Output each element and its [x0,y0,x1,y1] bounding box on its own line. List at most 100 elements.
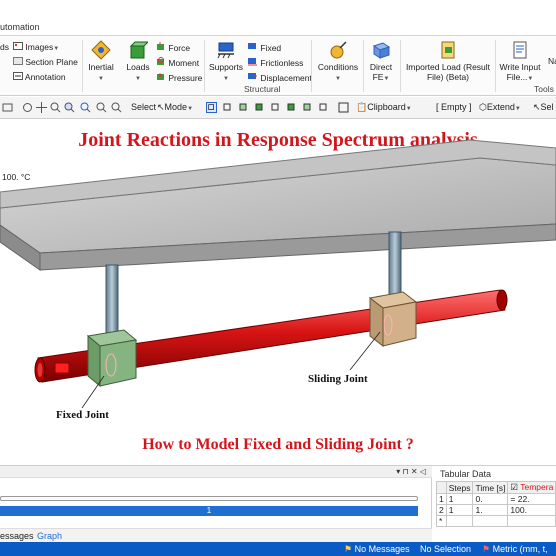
table-header-temperature[interactable]: ☑ Tempera [507,481,556,494]
rotate-icon[interactable] [22,102,33,113]
displacement-label: Displacement [260,73,312,83]
temperature-header-label: Tempera [520,482,554,492]
select-body-icon[interactable] [254,102,265,113]
box-zoom-icon[interactable] [64,102,75,113]
tab-automation[interactable]: utomation [0,22,40,32]
tabular-data-pane: Tabular Data Steps Time [s] ☑ Tempera 1 … [436,466,556,543]
select-all-icon[interactable] [338,102,349,113]
section-plane-button[interactable]: Section Plane [13,57,78,67]
tools-group-label: Tools [534,84,554,94]
imported-load-icon [441,41,455,59]
write-input-file-icon [513,41,527,59]
moment-button[interactable]: Moment [156,57,199,68]
sliding-post [388,231,402,303]
select-node-icon[interactable] [270,102,281,113]
table-cell[interactable] [507,515,556,527]
messages-status[interactable]: ⚑ No Messages [344,544,410,555]
select-element-face-icon[interactable] [286,102,297,113]
step-bar[interactable]: 1 [0,506,418,516]
supports-icon [217,42,234,59]
loads-button[interactable]: Loads ▼ [125,40,151,84]
top-plate [0,139,556,271]
clipboard-icon: 📋 [356,102,368,112]
tabular-data-table: Steps Time [s] ☑ Tempera 1 1 0. = 22. 2 … [436,481,556,527]
magnifier-icon[interactable] [96,102,107,113]
table-cell[interactable] [472,515,509,527]
extend-dropdown[interactable]: ⬡Extend▼ [479,102,521,113]
previous-view-icon[interactable] [111,102,122,113]
table-row[interactable]: 2 1 1. 100. [436,504,556,516]
ribbon-separator [311,40,312,92]
moment-icon [157,57,164,65]
cursor-icon: ↖ [157,102,165,112]
table-row[interactable]: * [436,515,556,527]
selection-tools-dropdown[interactable]: ↖Sel [533,102,554,113]
selection-status: No Selection [420,544,472,554]
frictionless-icon [248,58,257,66]
table-cell[interactable]: 0. [472,493,509,505]
table-cell[interactable]: 1. [472,504,509,516]
direct-fe-button[interactable]: Direct FE▼ [367,40,395,84]
imported-load-button[interactable]: Imported Load (Result File) (Beta) [403,40,493,82]
select-face-icon[interactable] [238,102,249,113]
force-icon [157,42,164,50]
clipboard-dropdown[interactable]: 📋Clipboard▼ [356,102,412,113]
loads-icon [129,41,148,59]
tab-graph[interactable]: Graph [37,531,62,541]
structural-group-label: Structural [244,84,281,94]
named-selection-empty[interactable]: [ Empty ] [436,102,472,112]
frictionless-label: Frictionless [260,58,304,68]
select-mesh-icon[interactable] [318,102,329,113]
frictionless-button[interactable]: Frictionless [247,57,303,68]
inertial-icon [91,40,111,60]
table-row[interactable]: 1 1 0. = 22. [436,493,556,505]
ribbon-separator [363,40,364,92]
table-header[interactable]: Steps [445,481,474,494]
inertial-label: Inertial [88,62,114,72]
select-element-icon[interactable] [302,102,313,113]
select-edge-icon[interactable] [222,102,233,113]
bottom-panel: ▾ ⊓ ✕ ◁ 1 essages Graph Tabular Data Ste… [0,465,556,543]
table-header[interactable]: Time [s] [472,481,509,494]
select-label[interactable]: Select [131,102,156,112]
annotation-button[interactable]: Annotation [13,72,66,82]
checkbox-icon[interactable]: ☑ [510,482,518,492]
pan-icon[interactable] [36,102,47,113]
inertial-button[interactable]: Inertial ▼ [86,40,116,84]
supports-button[interactable]: Supports ▼ [207,40,245,84]
section-plane-icon [13,57,23,65]
pressure-button[interactable]: Pressure [156,72,202,83]
force-label: Force [168,43,191,53]
ribbon-na[interactable]: Na [548,56,556,66]
write-input-file-button[interactable]: Write Input File...▼ [497,40,543,84]
fixed-support-button[interactable]: Fixed [247,42,281,53]
sliding-joint-leader [349,331,381,371]
zoom-icon[interactable] [50,102,61,113]
table-cell[interactable]: 1 [445,504,474,516]
conditions-button[interactable]: Conditions ▼ [316,40,360,84]
pane-controls[interactable]: ▾ ⊓ ✕ ◁ [396,467,426,476]
select-mode-dropdown[interactable]: ↖Mode▼ [157,102,193,113]
units-status[interactable]: ⚑ Metric (mm, t, [482,544,548,555]
tab-messages[interactable]: essages [0,531,34,541]
ribbon-ds[interactable]: ds [0,42,9,52]
images-button[interactable]: Images▼ [13,42,59,52]
supports-label: Supports [208,62,244,72]
table-cell[interactable] [445,515,474,527]
table-cell[interactable]: 100. [507,504,556,516]
pressure-label: Pressure [168,73,203,83]
force-button[interactable]: Force [156,42,190,53]
table-cell[interactable]: 1 [445,493,474,505]
message-flag-icon: ⚑ [344,544,353,554]
displacement-button[interactable]: Displacement [247,72,312,83]
table-cell[interactable]: = 22. [507,493,556,505]
tabular-data-title: Tabular Data [440,469,492,479]
status-bar: ⚑ No Messages No Selection ⚑ Metric (mm,… [0,542,556,556]
animation-timeline[interactable] [0,496,418,501]
select-vertex-icon[interactable] [206,102,217,113]
images-label: Images [25,42,54,52]
units-flag-icon: ⚑ [482,544,491,554]
zoom-fit-icon[interactable] [2,102,13,113]
graphics-viewport[interactable]: Joint Reactions in Response Spectrum ana… [0,120,556,465]
zoom-to-fit-icon[interactable] [80,102,91,113]
